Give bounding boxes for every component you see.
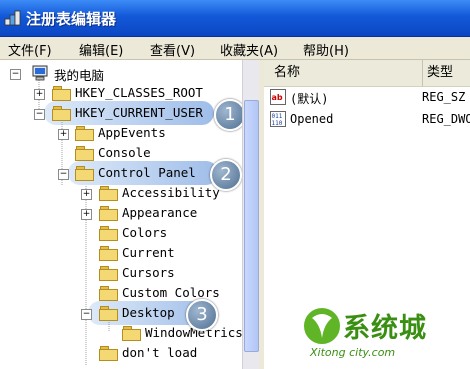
folder-icon (99, 286, 118, 301)
menu-help[interactable]: 帮助(H) (303, 40, 349, 59)
menu-file[interactable]: 文件(F) (8, 40, 52, 59)
menu-view[interactable]: 查看(V) (150, 40, 195, 59)
value-type: REG_SZ (422, 90, 466, 104)
tree-node-label: don't load (122, 345, 198, 360)
tree-node-label: Appearance (122, 205, 198, 220)
tree-node-label: Desktop (122, 305, 175, 320)
svg-text:011: 011 (272, 113, 283, 120)
title-bar: 注册表编辑器 (0, 0, 470, 37)
folder-icon (122, 326, 141, 341)
folder-open-icon (75, 166, 94, 181)
computer-icon (32, 65, 48, 81)
collapse-icon[interactable]: − (10, 69, 21, 80)
tree-scrollbar-thumb[interactable] (244, 100, 259, 352)
folder-icon (99, 206, 118, 221)
tree-node-label: HKEY_CLASSES_ROOT (75, 85, 203, 100)
expand-icon[interactable]: + (34, 89, 45, 100)
tree-scrollbar[interactable] (242, 60, 259, 369)
tree-node-label: HKEY_CURRENT_USER (75, 105, 203, 120)
collapse-icon[interactable]: − (34, 109, 45, 120)
callout-badge-3: 3 (186, 299, 218, 331)
value-type: REG_DWORD (422, 112, 470, 126)
svg-text:ab: ab (272, 93, 283, 102)
window-title: 注册表编辑器 (26, 10, 117, 28)
menu-favorites[interactable]: 收藏夹(A) (220, 40, 278, 59)
string-value-icon: ab (270, 89, 286, 105)
folder-icon (99, 346, 118, 361)
folder-icon (52, 86, 71, 101)
folder-icon (99, 246, 118, 261)
tree-root-label: 我的电脑 (54, 68, 105, 83)
tree-node-label: Custom Colors (122, 285, 220, 300)
logo-icon (302, 306, 342, 346)
value-name: Opened (290, 112, 334, 126)
column-header-type[interactable]: 类型 (423, 60, 470, 87)
watermark-text: 系统城 (343, 313, 427, 344)
tree-node-label: Accessibility (122, 185, 220, 200)
watermark-url: Xitong city.com (310, 346, 396, 359)
folder-open-icon (52, 106, 71, 121)
value-name: (默认) (290, 92, 329, 106)
tree-node-label: Current (122, 245, 175, 260)
expand-icon[interactable]: + (58, 129, 69, 140)
callout-badge-2: 2 (210, 159, 242, 191)
tree-node-label: Console (98, 145, 151, 160)
regedit-icon (4, 10, 21, 26)
tree-node-label: AppEvents (98, 125, 166, 140)
binary-value-icon: 011 110 (270, 111, 286, 127)
folder-icon (75, 146, 94, 161)
registry-tree[interactable]: − 我的电脑 + HKEY_CLASSES_ROOT − HKEY_CURREN… (0, 60, 258, 369)
tree-node-label: Cursors (122, 265, 175, 280)
expand-icon[interactable]: + (81, 209, 92, 220)
xitongcheng-watermark: 系统城 Xitong city.com (298, 302, 468, 366)
tree-node-label: Control Panel (98, 165, 196, 180)
menu-edit[interactable]: 编辑(E) (79, 40, 123, 59)
folder-icon (99, 226, 118, 241)
folder-open-icon (99, 306, 118, 321)
tree-node-label: Colors (122, 225, 168, 240)
expand-icon[interactable]: + (81, 189, 92, 200)
folder-icon (99, 266, 118, 281)
svg-text:110: 110 (272, 120, 283, 127)
menu-bar: 文件(F) 编辑(E) 查看(V) 收藏夹(A) 帮助(H) (0, 37, 470, 60)
folder-icon (99, 186, 118, 201)
folder-icon (75, 126, 94, 141)
collapse-icon[interactable]: − (58, 169, 69, 180)
collapse-icon[interactable]: − (81, 309, 92, 320)
column-header-name[interactable]: 名称 (264, 60, 423, 87)
